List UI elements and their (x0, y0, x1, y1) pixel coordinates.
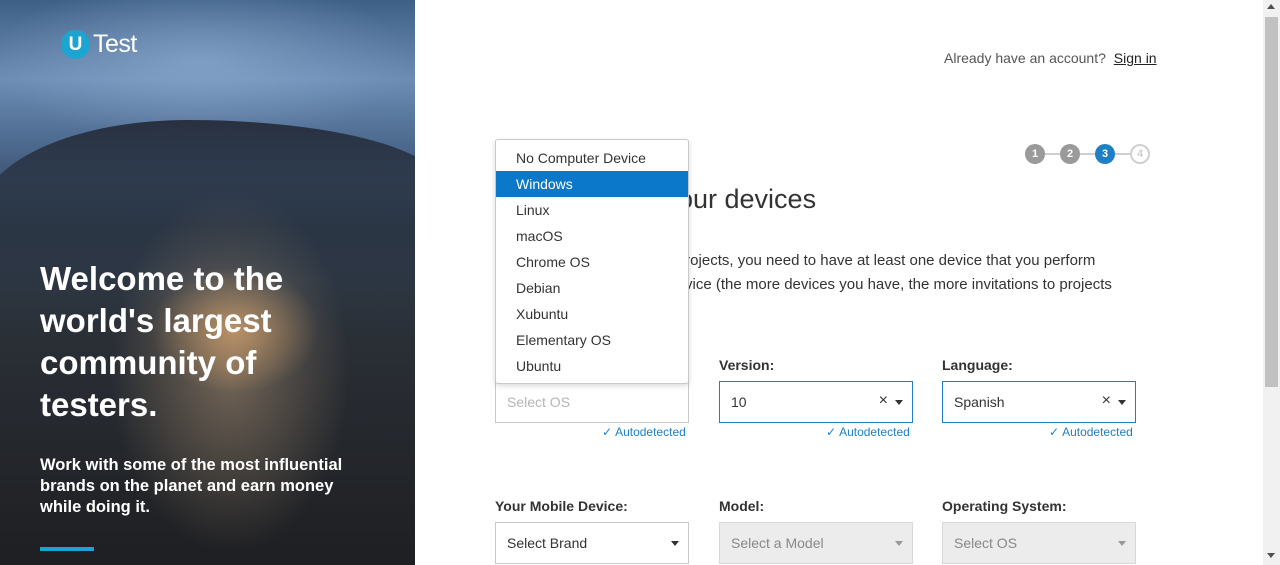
os-option[interactable]: Debian (496, 275, 688, 301)
clear-language-icon[interactable]: × (1102, 392, 1111, 410)
mobile-os-label: Operating System: (942, 498, 1067, 514)
os-autodetected: ✓ Autodetected (602, 425, 686, 439)
chevron-down-icon[interactable] (1118, 541, 1126, 546)
step-2: 2 (1060, 144, 1080, 164)
logo-text: Test (93, 30, 137, 58)
hero-accent-bar (40, 547, 94, 551)
chevron-down-icon[interactable] (895, 541, 903, 546)
step-3: 3 (1095, 144, 1115, 164)
check-icon: ✓ (1049, 425, 1060, 439)
os-option[interactable]: macOS (496, 223, 688, 249)
hero-title: Welcome to the world's largest community… (40, 260, 284, 423)
os-option[interactable]: Elementary OS (496, 327, 688, 353)
hero-panel: U Test Welcome to the world's largest co… (0, 0, 415, 565)
version-label: Version: (719, 357, 775, 373)
os-option[interactable]: Ubuntu (496, 353, 688, 379)
check-icon: ✓ (602, 425, 613, 439)
model-placeholder: Select a Model (731, 535, 824, 551)
language-label: Language: (942, 357, 1013, 373)
os-option[interactable]: No Computer Device (496, 145, 688, 171)
language-select[interactable]: Spanish × (942, 381, 1136, 423)
intro-line-2: vice (the more devices you have, the mor… (685, 276, 1112, 293)
signin-link[interactable]: Sign in (1114, 50, 1157, 66)
os-option[interactable]: Chrome OS (496, 249, 688, 275)
brand-placeholder: Select Brand (507, 535, 588, 551)
os-option[interactable]: Xubuntu (496, 301, 688, 327)
computer-os-select[interactable]: Select OS (495, 381, 689, 423)
chevron-down-icon[interactable] (1118, 400, 1126, 405)
chevron-down-icon[interactable] (671, 541, 679, 546)
scrollbar-thumb[interactable] (1265, 17, 1278, 387)
version-value: 10 (731, 394, 747, 410)
step-connector (1115, 153, 1130, 155)
version-select[interactable]: 10 × (719, 381, 913, 423)
logo-mark: U (61, 30, 90, 59)
step-4: 4 (1130, 144, 1150, 164)
version-autodetected: ✓ Autodetected (826, 425, 910, 439)
utest-logo[interactable]: U Test (61, 30, 137, 59)
computer-os-placeholder: Select OS (507, 394, 571, 410)
os-option-selected[interactable]: Windows (496, 171, 688, 197)
mobile-os-placeholder: Select OS (954, 535, 1018, 551)
intro-line-1: st projects, you need to have at least o… (661, 252, 1096, 269)
os-dropdown-menu: No Computer Device Windows Linux macOS C… (495, 139, 689, 384)
model-label: Model: (719, 498, 765, 514)
scroll-down-icon[interactable] (1267, 553, 1275, 558)
hero-background-ridge (0, 120, 415, 280)
signin-prompt: Already have an account? Sign in (944, 50, 1157, 66)
language-value: Spanish (954, 394, 1005, 410)
page-scrollbar[interactable] (1263, 0, 1280, 565)
mobile-device-label: Your Mobile Device: (495, 498, 628, 514)
chevron-down-icon[interactable] (895, 400, 903, 405)
progress-stepper: 1 2 3 4 (1025, 144, 1150, 164)
step-1: 1 (1025, 144, 1045, 164)
account-prompt-text: Already have an account? (944, 50, 1106, 66)
language-autodetected: ✓ Autodetected (1049, 425, 1133, 439)
mobile-brand-select[interactable]: Select Brand (495, 522, 689, 564)
clear-version-icon[interactable]: × (879, 392, 888, 410)
step-connector (1080, 153, 1095, 155)
scroll-up-icon[interactable] (1267, 4, 1275, 9)
check-icon: ✓ (826, 425, 837, 439)
hero-subtitle: Work with some of the most influential b… (40, 456, 343, 516)
mobile-model-select[interactable]: Select a Model (719, 522, 913, 564)
step-connector (1045, 153, 1060, 155)
mobile-os-select[interactable]: Select OS (942, 522, 1136, 564)
os-option[interactable]: Linux (496, 197, 688, 223)
